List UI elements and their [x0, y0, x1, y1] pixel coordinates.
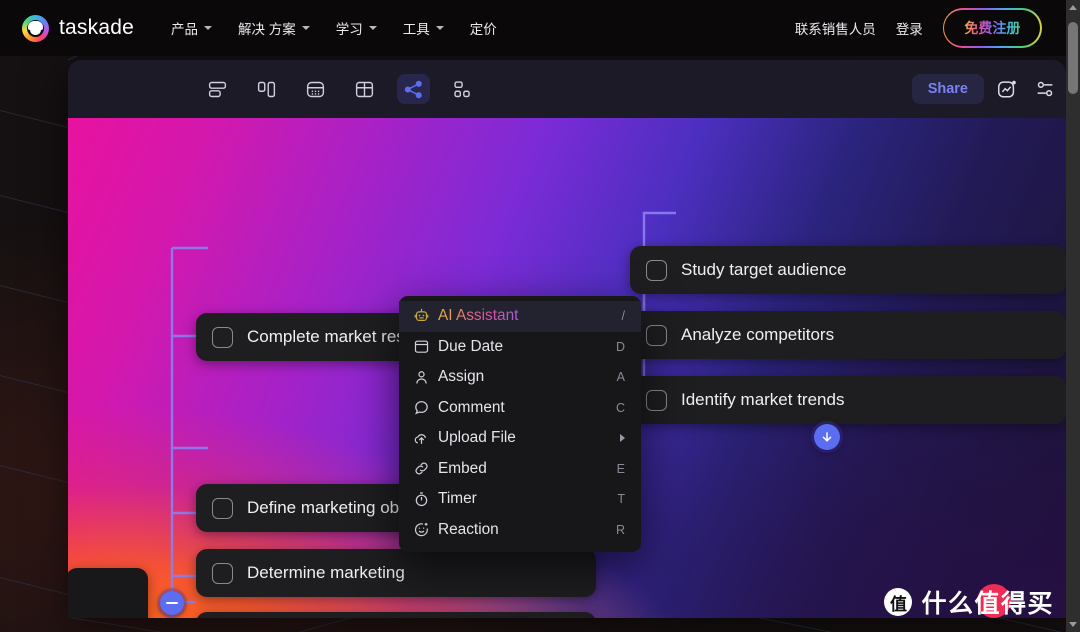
nav-item-pricing[interactable]: 定价: [459, 11, 508, 45]
table-view-icon[interactable]: [348, 74, 381, 104]
node-study-target-audience[interactable]: Study target audience: [630, 246, 1066, 294]
menu-item-shortcut: T: [617, 492, 625, 507]
node-checkbox[interactable]: [646, 324, 667, 346]
menu-item-shortcut: A: [616, 370, 625, 385]
mindmap-view-icon[interactable]: [397, 74, 430, 104]
sliders-settings-icon[interactable]: [1030, 74, 1060, 104]
taskade-circle-logo-icon: [22, 14, 49, 42]
scrollbar-thumb[interactable]: [1068, 22, 1078, 94]
nav-item-label: 工具: [402, 22, 430, 37]
link-icon: [413, 460, 438, 477]
brand-name: taskade: [59, 16, 134, 39]
scroll-down-button[interactable]: [814, 424, 840, 450]
page-root: taskade 产品 解决 方案 学习 工具 定价 联系销售人员 登录 免费注册…: [0, 0, 1080, 632]
menu-item-label: Timer: [438, 490, 477, 508]
view-switcher: [201, 60, 479, 118]
share-button[interactable]: Share: [911, 74, 984, 104]
menu-item-ai-assistant[interactable]: AI Assistant /: [399, 301, 641, 332]
calendar-icon: [413, 338, 438, 355]
menu-item-label: Upload File: [438, 429, 516, 447]
node-checkbox[interactable]: [212, 326, 233, 348]
menu-item-embed[interactable]: Embed E: [399, 454, 641, 485]
nav-links: 产品 解决 方案 学习 工具 定价: [160, 11, 508, 45]
menu-item-shortcut: C: [615, 400, 625, 415]
chevron-down-icon: [301, 26, 310, 30]
contact-sales-link[interactable]: 联系销售人员: [795, 18, 876, 38]
nav-item-learn[interactable]: 学习: [325, 11, 388, 45]
toolbar-actions: Share: [911, 60, 1060, 118]
menu-item-shortcut: E: [616, 461, 625, 476]
node-context-menu: AI Assistant / Due Date D Assign A Comme…: [399, 296, 641, 552]
collapsed-root-node[interactable]: [68, 568, 148, 618]
smzdm-watermark: 值 什么值得买: [884, 584, 1054, 620]
menu-item-reaction[interactable]: Reaction R: [399, 515, 641, 546]
watermark-text: 什么值得买: [921, 590, 1054, 618]
nav-item-solutions[interactable]: 解决 方案: [227, 11, 321, 45]
node-label: Analyze competitors: [681, 325, 835, 344]
nav-item-products[interactable]: 产品: [160, 11, 223, 45]
submenu-arrow-icon: [620, 434, 625, 443]
app-toolbar: Share: [68, 60, 1066, 118]
menu-item-upload-file[interactable]: Upload File: [399, 423, 641, 454]
menu-item-comment[interactable]: Comment C: [399, 393, 641, 424]
org-chart-view-icon[interactable]: [446, 74, 479, 104]
collapse-node-lower-button[interactable]: [160, 591, 184, 615]
chevron-down-icon: [368, 26, 377, 30]
upload-cloud-icon: [413, 430, 438, 447]
menu-item-shortcut: /: [621, 309, 625, 324]
timer-icon: [413, 491, 438, 508]
signup-button[interactable]: 免费注册: [944, 10, 1041, 46]
signup-button-border: 免费注册: [942, 8, 1042, 48]
node-analyze-competitors[interactable]: Analyze competitors: [630, 311, 1066, 359]
ai-sparkle-chart-icon[interactable]: [992, 74, 1022, 104]
menu-item-label: Reaction: [438, 520, 499, 538]
nav-item-label: 产品: [170, 22, 198, 37]
comment-icon: [413, 399, 438, 416]
node-checkbox[interactable]: [646, 389, 667, 411]
menu-item-timer[interactable]: Timer T: [399, 484, 641, 515]
scrollbar-up-arrow-icon[interactable]: [1066, 0, 1080, 15]
board-view-icon[interactable]: [250, 74, 283, 104]
node-determine-marketing-strategy[interactable]: Determine marketing: [196, 549, 596, 597]
node-label: Identify market trends: [681, 390, 845, 409]
node-checkbox[interactable]: [646, 259, 667, 281]
login-link[interactable]: 登录: [896, 18, 923, 38]
emoji-plus-icon: [413, 521, 438, 538]
node-identify-market-trends[interactable]: Identify market trends: [630, 376, 1066, 424]
page-scrollbar[interactable]: [1066, 0, 1080, 632]
menu-item-label: Due Date: [438, 337, 504, 355]
brand-logo-link[interactable]: taskade: [22, 14, 134, 42]
scrollbar-down-arrow-icon[interactable]: [1066, 617, 1080, 632]
menu-item-assign[interactable]: Assign A: [399, 362, 641, 393]
menu-item-shortcut: R: [615, 522, 625, 537]
person-icon: [413, 369, 438, 386]
node-label: Determine marketing: [247, 563, 405, 582]
watermark-logo-icon: 值: [884, 588, 913, 616]
robot-icon: [413, 308, 438, 325]
chevron-down-icon: [435, 26, 444, 30]
list-view-icon[interactable]: [201, 74, 234, 104]
node-checkbox[interactable]: [212, 497, 233, 519]
signup-button-label: 免费注册: [964, 20, 1021, 36]
chevron-down-icon: [203, 26, 212, 30]
nav-item-label: 学习: [335, 22, 363, 37]
menu-item-shortcut: D: [615, 339, 625, 354]
nav-actions: 联系销售人员 登录 免费注册: [795, 8, 1052, 48]
menu-item-due-date[interactable]: Due Date D: [399, 332, 641, 363]
nav-item-tools[interactable]: 工具: [392, 11, 455, 45]
menu-item-label: Assign: [438, 368, 485, 386]
menu-item-label: Comment: [438, 398, 505, 416]
node-label: Define marketing ob: [247, 498, 400, 517]
node-label: Study target audience: [681, 260, 847, 279]
nav-item-label: 解决 方案: [237, 22, 296, 37]
menu-item-label: AI Assistant: [438, 307, 622, 325]
node-create-marketing-budget[interactable]: Create marketing budget: [196, 612, 596, 618]
menu-item-label: Embed: [438, 459, 487, 477]
nav-item-label: 定价: [469, 22, 497, 37]
node-checkbox[interactable]: [212, 562, 233, 584]
action-view-icon[interactable]: [299, 74, 332, 104]
top-navigation-bar: taskade 产品 解决 方案 学习 工具 定价 联系销售人员 登录 免费注册: [0, 0, 1066, 56]
